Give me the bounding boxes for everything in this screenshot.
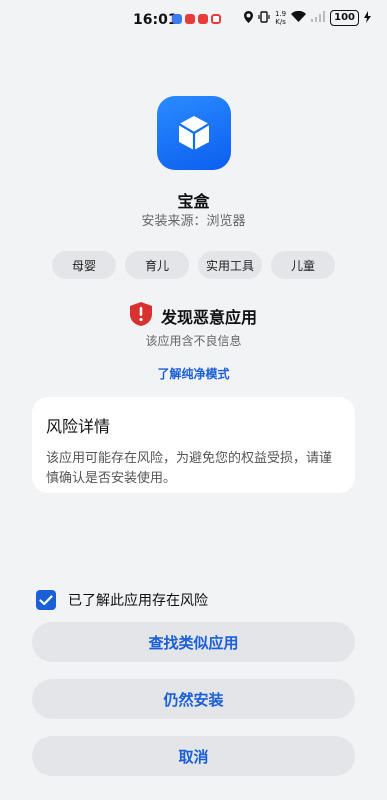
malware-warning: 发现恶意应用 bbox=[0, 302, 387, 330]
category-tags: 母婴 育儿 实用工具 儿童 bbox=[52, 251, 335, 279]
wifi-icon bbox=[291, 10, 307, 25]
network-speed-value: 1.9 bbox=[274, 10, 287, 18]
consent-checkbox[interactable] bbox=[36, 590, 56, 610]
status-bar: 16:01 1.9 K/s 100 bbox=[0, 0, 387, 40]
battery-indicator: 100 bbox=[330, 10, 359, 26]
risk-consent[interactable]: 已了解此应用存在风险 bbox=[36, 590, 208, 610]
warning-title: 发现恶意应用 bbox=[160, 308, 257, 327]
learn-pure-mode-link[interactable]: 了解纯净模式 bbox=[0, 365, 387, 382]
shield-alert-icon bbox=[129, 302, 152, 330]
notification-app-icon bbox=[185, 14, 195, 24]
vibrate-icon bbox=[258, 10, 270, 26]
risk-description: 该应用可能存在风险，为避免您的权益受损，请谨慎确认是否安装使用。 bbox=[46, 451, 333, 486]
notification-app-icon bbox=[198, 14, 208, 24]
location-icon bbox=[243, 10, 253, 26]
category-tag: 母婴 bbox=[52, 251, 116, 279]
charging-icon bbox=[364, 10, 371, 26]
network-speed-unit: K/s bbox=[275, 18, 286, 26]
risk-title: 风险详情 bbox=[46, 417, 111, 436]
install-anyway-button[interactable]: 仍然安装 bbox=[32, 679, 355, 719]
consent-label: 已了解此应用存在风险 bbox=[68, 593, 208, 609]
category-tag: 育儿 bbox=[125, 251, 189, 279]
status-time: 16:01 bbox=[133, 12, 178, 28]
notification-app-icon bbox=[211, 14, 221, 24]
find-similar-apps-button[interactable]: 查找类似应用 bbox=[32, 622, 355, 662]
signal-icon bbox=[311, 11, 326, 25]
box-icon bbox=[157, 96, 231, 170]
warning-subtitle: 该应用含不良信息 bbox=[145, 334, 242, 348]
network-speed: 1.9 K/s bbox=[275, 10, 286, 26]
category-tag: 儿童 bbox=[271, 251, 335, 279]
cancel-button[interactable]: 取消 bbox=[32, 736, 355, 776]
category-tag: 实用工具 bbox=[198, 251, 262, 279]
notification-app-icon bbox=[172, 14, 182, 24]
notification-icons bbox=[172, 14, 221, 24]
app-name: 宝盒 bbox=[177, 192, 210, 211]
risk-details-card: 风险详情 该应用可能存在风险，为避免您的权益受损，请谨慎确认是否安装使用。 bbox=[32, 397, 355, 493]
system-icons: 1.9 K/s 100 bbox=[243, 10, 371, 26]
install-source: 安装来源：浏览器 bbox=[141, 214, 246, 229]
